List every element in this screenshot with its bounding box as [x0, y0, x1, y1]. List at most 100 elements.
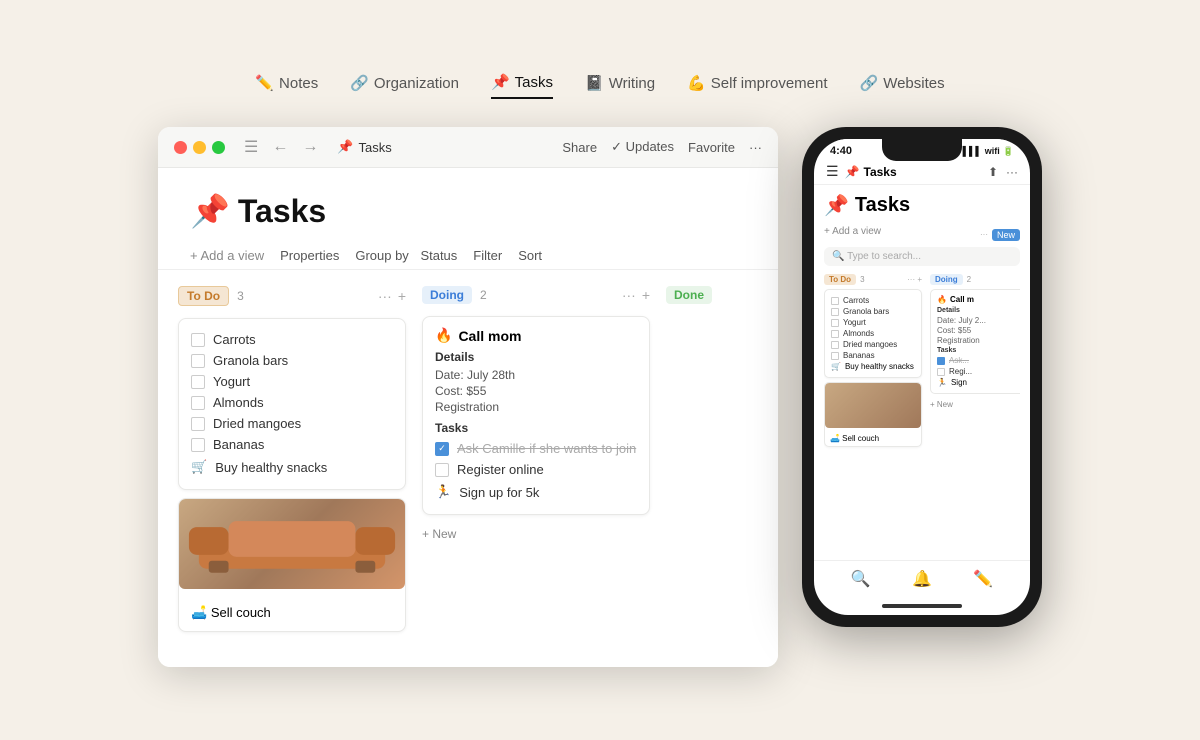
phone-more-icon[interactable]: ···: [1006, 165, 1018, 179]
phone-notch: [882, 139, 962, 161]
phone-search-bottom-icon[interactable]: 🔍: [851, 569, 871, 589]
phone-sell-text: 🛋️ Sell couch: [830, 434, 879, 443]
checkbox-ask-camille[interactable]: ✓: [435, 442, 449, 456]
properties-button[interactable]: Properties: [280, 248, 339, 263]
minimize-button[interactable]: [193, 141, 206, 154]
phone-cb-almonds[interactable]: [831, 330, 839, 338]
phone-new-badge[interactable]: New: [992, 229, 1020, 241]
nav-item-self-improvement-label: Self improvement: [711, 75, 828, 92]
phone-share-icon[interactable]: ⬆: [988, 165, 998, 179]
phone-item-bananas: Bananas: [831, 350, 915, 361]
back-button[interactable]: ☰: [241, 137, 261, 157]
sofa-image: [179, 499, 405, 589]
checklist-card: Carrots Granola bars Yogurt Almonds: [178, 318, 406, 490]
doing-col-header: Doing 2 ··· +: [422, 286, 650, 304]
phone-bottom-bar: 🔍 🔔 ✏️: [814, 560, 1030, 597]
done-label: Done: [666, 286, 712, 304]
more-button[interactable]: ···: [749, 140, 762, 155]
phone-task-ask: Ask...: [937, 355, 1020, 366]
phone-call-mom-text: Call m: [950, 295, 974, 304]
main-content: ☰ ← → 📌 Tasks Share ✓ Updates Favorite ·…: [158, 127, 1042, 667]
nav-item-tasks[interactable]: 📌 Tasks: [491, 73, 553, 99]
close-button[interactable]: [174, 141, 187, 154]
phone-cb-granola[interactable]: [831, 308, 839, 316]
maximize-button[interactable]: [212, 141, 225, 154]
phone-cb-register[interactable]: [937, 368, 945, 376]
phone-search-bar[interactable]: 🔍 Type to search...: [824, 247, 1020, 266]
filter-button[interactable]: Filter: [473, 248, 502, 263]
doing-more-icon[interactable]: ···: [622, 287, 636, 303]
todo-add-icon[interactable]: +: [398, 288, 406, 304]
sell-couch-label: 🛋️ Sell couch: [179, 597, 405, 631]
phone-call-mom-card: 🔥 Call m Details Date: July 2... Cost: $…: [930, 289, 1020, 394]
phone-new-btn[interactable]: + New: [930, 398, 1020, 411]
checkbox-yogurt[interactable]: [191, 375, 205, 389]
item-bananas: Bananas: [191, 434, 393, 455]
phone-edit-icon[interactable]: ✏️: [973, 569, 993, 589]
todo-col-actions: ··· +: [378, 288, 406, 304]
nav-item-writing[interactable]: 📓 Writing: [585, 74, 655, 98]
phone-page-icon: 📌: [845, 165, 860, 179]
board-area: To Do 3 ··· + Carrots: [158, 270, 778, 667]
phone-doing-card-title: 🔥 Call m: [937, 295, 1020, 304]
nav-item-self-improvement[interactable]: 💪 Self improvement: [687, 74, 827, 98]
favorite-button[interactable]: Favorite: [688, 140, 735, 155]
phone-cb-carrots[interactable]: [831, 297, 839, 305]
phone-sofa-image: [825, 383, 921, 428]
nav-item-organization[interactable]: 🔗 Organization: [350, 74, 459, 98]
phone-todo-actions[interactable]: ··· +: [907, 275, 922, 284]
phone-add-view[interactable]: + Add a view: [824, 226, 881, 237]
breadcrumb-icon: 📌: [337, 139, 353, 155]
sofa-svg: [179, 499, 405, 579]
detail-registration: Registration: [435, 399, 637, 415]
updates-button[interactable]: ✓ Updates: [611, 139, 674, 155]
phone-sell-label: 🛋️ Sell couch: [825, 431, 921, 446]
checkbox-register-online[interactable]: [435, 463, 449, 477]
new-button-doing[interactable]: + New: [422, 523, 650, 545]
checkbox-carrots[interactable]: [191, 333, 205, 347]
phone-buy-snacks: Buy healthy snacks: [845, 362, 914, 371]
sort-button[interactable]: Sort: [518, 248, 542, 263]
buy-healthy-snacks-text: Buy healthy snacks: [215, 460, 327, 475]
phone-notification-icon[interactable]: 🔔: [912, 569, 932, 589]
task-ask-camille: ✓ Ask Camille if she wants to join: [435, 438, 637, 459]
group-by-button[interactable]: Group by Status: [355, 248, 457, 263]
home-bar: [882, 604, 962, 608]
nav-forward-icon[interactable]: →: [299, 138, 321, 156]
phone-menu-icon[interactable]: ☰: [826, 163, 839, 180]
checkbox-dried-mangoes[interactable]: [191, 417, 205, 431]
nav-item-websites[interactable]: 🔗 Websites: [860, 74, 945, 98]
window-titlebar: ☰ ← → 📌 Tasks Share ✓ Updates Favorite ·…: [158, 127, 778, 168]
nav-back-icon[interactable]: ←: [269, 138, 291, 156]
breadcrumb-label: Tasks: [359, 140, 392, 155]
share-button[interactable]: Share: [562, 140, 597, 155]
organization-emoji: 🔗: [350, 74, 369, 92]
checkbox-almonds[interactable]: [191, 396, 205, 410]
phone-cb-yogurt[interactable]: [831, 319, 839, 327]
phone-title-icon: 📌: [824, 193, 849, 218]
detail-date: Date: July 28th: [435, 367, 637, 383]
checkbox-bananas[interactable]: [191, 438, 205, 452]
phone-cb-mangoes[interactable]: [831, 341, 839, 349]
fire-emoji: 🔥: [435, 327, 452, 344]
phone-doing-label: Doing: [930, 274, 963, 285]
doing-add-icon[interactable]: +: [642, 287, 650, 303]
phone-page-title: Tasks: [864, 165, 897, 179]
call-mom-body: Details Date: July 28th Cost: $55 Regist…: [423, 350, 649, 514]
phone-cb-ask[interactable]: [937, 357, 945, 365]
todo-more-icon[interactable]: ···: [378, 288, 392, 304]
phone-board: To Do 3 ··· + Carrots Granola bars Yogur…: [824, 274, 1020, 451]
writing-emoji: 📓: [585, 74, 604, 92]
nav-item-notes[interactable]: ✏️ Notes: [255, 74, 318, 98]
phone-title-text: Tasks: [855, 194, 910, 217]
status-icons: ▌▌▌ wifi 🔋: [963, 146, 1014, 157]
phone-home-indicator: [814, 597, 1030, 615]
todo-col-header: To Do 3 ··· +: [178, 286, 406, 306]
checkbox-granola[interactable]: [191, 354, 205, 368]
main-nav: ✏️ Notes 🔗 Organization 📌 Tasks 📓 Writin…: [255, 73, 944, 99]
window-actions: Share ✓ Updates Favorite ···: [562, 139, 762, 155]
phone-more-dots[interactable]: ···: [980, 230, 988, 239]
add-view-button[interactable]: + Add a view: [190, 248, 264, 263]
phone-cb-bananas[interactable]: [831, 352, 839, 360]
phone-doing-count: 2: [967, 275, 971, 284]
